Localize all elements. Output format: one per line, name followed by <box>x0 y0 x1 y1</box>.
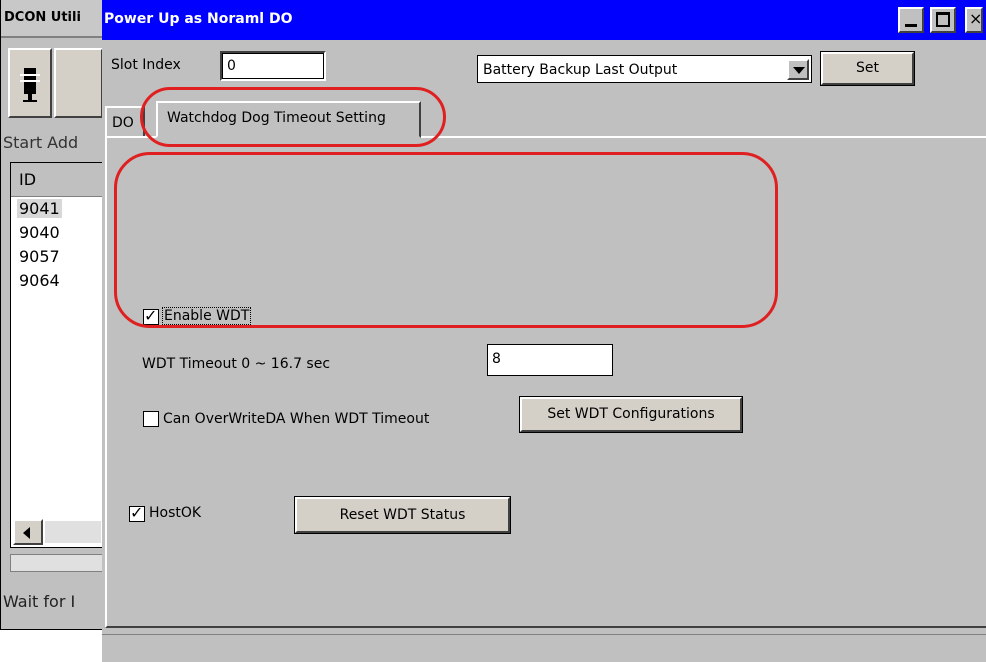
list-item[interactable]: 9040 <box>19 223 60 242</box>
dialog-title: Power Up as Noraml DO <box>104 11 293 27</box>
slot-index-label: Slot Index <box>111 57 181 73</box>
progress-bar <box>10 554 103 572</box>
connect-toolbar-button[interactable] <box>8 48 52 118</box>
dcon-utility-title: DCON Utili <box>4 10 81 25</box>
list-item[interactable]: 9041 <box>17 199 62 218</box>
enable-wdt-checkbox[interactable] <box>143 306 159 326</box>
scroll-left-arrow-icon[interactable] <box>13 519 43 545</box>
power-up-mode-value: Battery Backup Last Output <box>483 62 678 78</box>
dialog-status-strip <box>102 634 986 662</box>
wdt-timeout-label: WDT Timeout 0 ~ 16.7 sec <box>142 356 331 372</box>
module-id-list[interactable]: ID 9041 9040 9057 9064 <box>10 162 103 548</box>
host-ok-label[interactable]: HostOK <box>149 505 201 521</box>
dcon-utility-titlebar[interactable]: DCON Utili <box>1 0 103 38</box>
dialog-titlebar[interactable]: Power Up as Noraml DO × <box>102 0 986 40</box>
slot-index-input[interactable]: 0 <box>220 51 326 81</box>
list-item[interactable]: 9057 <box>19 247 60 266</box>
watchdog-tab-panel: Enable WDT WDT Timeout 0 ~ 16.7 sec 8 Ca… <box>105 136 986 628</box>
wdt-timeout-input[interactable]: 8 <box>487 344 613 376</box>
host-ok-checkbox[interactable] <box>129 503 145 523</box>
set-button[interactable]: Set <box>820 51 915 86</box>
close-icon[interactable]: × <box>965 7 983 33</box>
list-item[interactable]: 9064 <box>19 271 60 290</box>
tab-do[interactable]: DO <box>105 106 145 138</box>
minimize-icon[interactable] <box>898 7 924 33</box>
list-column-header-id[interactable]: ID <box>11 163 103 197</box>
maximize-icon[interactable] <box>930 7 956 33</box>
overwrite-da-checkbox[interactable] <box>143 411 159 427</box>
start-address-label: Start Add <box>3 133 79 152</box>
reset-wdt-status-button[interactable]: Reset WDT Status <box>294 496 511 534</box>
power-up-dialog: Power Up as Noraml DO × Slot Index 0 Bat… <box>102 0 986 662</box>
tab-watchdog-timeout-setting[interactable]: Watchdog Dog Timeout Setting <box>156 101 421 138</box>
chevron-down-icon[interactable] <box>787 59 809 80</box>
set-wdt-configurations-button[interactable]: Set WDT Configurations <box>519 396 743 433</box>
status-text: Wait for I <box>3 592 76 611</box>
overwrite-da-label[interactable]: Can OverWriteDA When WDT Timeout <box>163 411 429 427</box>
horizontal-scrollbar[interactable] <box>45 521 101 543</box>
toolbar-button-2[interactable] <box>54 48 103 118</box>
dcon-utility-window: DCON Utili Start Add ID 9041 9040 9057 9… <box>0 0 103 630</box>
plug-icon <box>20 68 40 102</box>
enable-wdt-label[interactable]: Enable WDT <box>162 307 252 325</box>
power-up-mode-select[interactable]: Battery Backup Last Output <box>477 55 812 83</box>
